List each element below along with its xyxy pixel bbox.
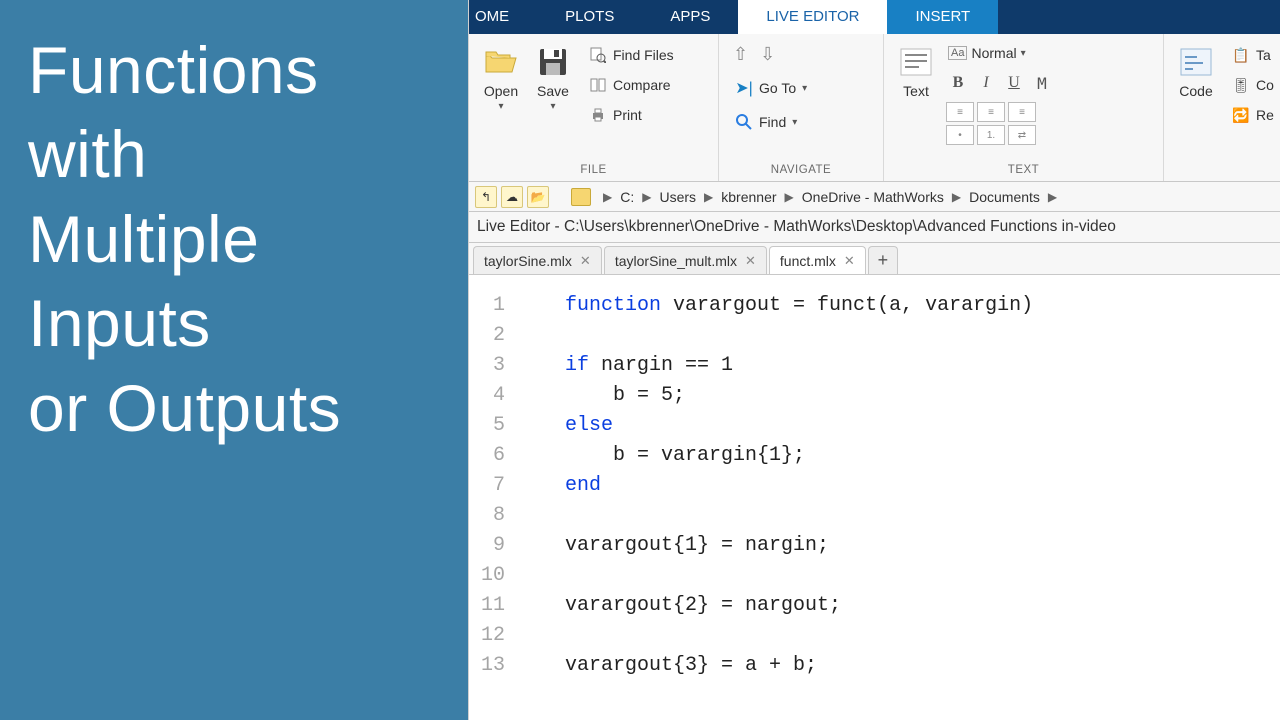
control-icon: 🎚 [1232, 76, 1250, 94]
chevron-right-icon: ▶ [700, 190, 717, 204]
banner-line: with [28, 112, 448, 196]
bold-button[interactable]: B [946, 72, 970, 94]
tab-plots[interactable]: PLOTS [537, 0, 642, 34]
close-icon[interactable]: ✕ [844, 253, 855, 269]
dropdown-icon: ▾ [792, 117, 797, 128]
chevron-right-icon: ▶ [948, 190, 965, 204]
banner-line: Functions [28, 28, 448, 112]
aa-icon: Aa [948, 46, 967, 60]
document-title: Live Editor - C:\Users\kbrenner\OneDrive… [469, 212, 1280, 243]
tab-apps[interactable]: APPS [642, 0, 738, 34]
crumb-segment[interactable]: C: [620, 189, 634, 205]
file-tab[interactable]: taylorSine_mult.mlx ✕ [604, 246, 767, 274]
matlab-app: OME PLOTS APPS LIVE EDITOR INSERT Open [468, 0, 1280, 720]
chevron-right-icon: ▶ [638, 190, 655, 204]
dropdown-icon [498, 99, 503, 112]
crumb-segment[interactable]: Users [659, 189, 696, 205]
code-button[interactable]: Code [1172, 40, 1220, 103]
style-selector[interactable]: Aa Normal ▾ [946, 42, 1054, 64]
dropdown-icon: ▾ [802, 83, 807, 94]
italic-button[interactable]: I [974, 72, 998, 94]
file-tabs: taylorSine.mlx ✕ taylorSine_mult.mlx ✕ f… [469, 243, 1280, 275]
compare-icon [589, 76, 607, 94]
nav-back-icon[interactable]: ⇧ [733, 44, 748, 65]
tab-home[interactable]: OME [469, 0, 537, 34]
task-icon: 📋 [1232, 46, 1250, 64]
ribbon-group-file: Open Save Find Files [469, 34, 719, 181]
text-button[interactable]: Text [892, 40, 940, 103]
dropdown-icon: ▾ [1021, 48, 1026, 59]
banner-line: Multiple [28, 197, 448, 281]
folder-open-icon [483, 44, 519, 80]
group-label-file: FILE [475, 161, 712, 181]
nav-up-icon[interactable]: ↰ [475, 186, 497, 208]
refactor-button-partial[interactable]: 🔁Re [1226, 102, 1280, 128]
file-tab-label: taylorSine_mult.mlx [615, 253, 737, 269]
group-label-text: TEXT [890, 161, 1157, 181]
chevron-right-icon: ▶ [1044, 190, 1061, 204]
floppy-disk-icon [535, 44, 571, 80]
task-button-partial[interactable]: 📋Ta [1226, 42, 1280, 68]
file-tab-label: taylorSine.mlx [484, 253, 572, 269]
monospace-button[interactable]: M [1030, 72, 1054, 94]
dropdown-icon [550, 99, 555, 112]
file-tab[interactable]: taylorSine.mlx ✕ [473, 246, 602, 274]
video-title-banner: Functions with Multiple Inputs or Output… [0, 0, 468, 720]
go-to-icon: ➤| [735, 79, 753, 97]
printer-icon [589, 106, 607, 124]
new-tab-button[interactable]: + [868, 246, 898, 274]
chevron-right-icon: ▶ [599, 190, 616, 204]
nav-browse-icon[interactable]: 📂 [527, 186, 549, 208]
text-icon [898, 44, 934, 80]
open-button[interactable]: Open [477, 40, 525, 116]
list-align-grid[interactable]: ≡≡≡ •1.⇄ [946, 102, 1054, 145]
crumb-segment[interactable]: Documents [969, 189, 1040, 205]
nav-fwd-icon[interactable]: ⇩ [760, 44, 775, 65]
tab-live-editor[interactable]: LIVE EDITOR [738, 0, 887, 34]
code-editor[interactable]: 12345678910111213 function varargout = f… [469, 275, 1280, 720]
find-files-icon [589, 46, 607, 64]
file-tab-active[interactable]: funct.mlx ✕ [769, 246, 866, 274]
compare-button[interactable]: Compare [583, 72, 680, 98]
save-button[interactable]: Save [529, 40, 577, 116]
toolstrip-tabs: OME PLOTS APPS LIVE EDITOR INSERT [469, 0, 1280, 34]
ribbon-group-code: Code 📋Ta 🎚Co 🔁Re [1164, 34, 1280, 181]
go-to-button[interactable]: ➤| Go To ▾ [729, 75, 813, 101]
banner-line: Inputs [28, 281, 448, 365]
underline-button[interactable]: U [1002, 72, 1026, 94]
crumb-segment[interactable]: kbrenner [721, 189, 776, 205]
group-label-navigate: NAVIGATE [725, 161, 877, 181]
ribbon-group-navigate: ⇧ ⇩ ➤| Go To ▾ Find ▾ NAVIGATE [719, 34, 884, 181]
ribbon-group-text: Text Aa Normal ▾ B I U M ≡≡≡ [884, 34, 1164, 181]
nav-history-icon[interactable]: ☁ [501, 186, 523, 208]
code-icon [1178, 44, 1214, 80]
file-tab-label: funct.mlx [780, 253, 836, 269]
tab-insert[interactable]: INSERT [887, 0, 998, 34]
close-icon[interactable]: ✕ [745, 253, 756, 269]
line-number-gutter: 12345678910111213 [469, 275, 515, 720]
folder-icon [571, 188, 591, 206]
crumb-segment[interactable]: OneDrive - MathWorks [802, 189, 944, 205]
close-icon[interactable]: ✕ [580, 253, 591, 269]
ribbon: Open Save Find Files [469, 34, 1280, 182]
magnifier-icon [735, 113, 753, 131]
chevron-right-icon: ▶ [781, 190, 798, 204]
code-area[interactable]: function varargout = funct(a, varargin) … [515, 275, 1280, 720]
print-button[interactable]: Print [583, 102, 680, 128]
refactor-icon: 🔁 [1232, 106, 1250, 124]
path-toolbar: ↰ ☁ 📂 ▶ C: ▶ Users ▶ kbrenner ▶ OneDrive… [469, 182, 1280, 212]
find-button[interactable]: Find ▾ [729, 109, 813, 135]
banner-line: or Outputs [28, 366, 448, 450]
control-button-partial[interactable]: 🎚Co [1226, 72, 1280, 98]
find-files-button[interactable]: Find Files [583, 42, 680, 68]
